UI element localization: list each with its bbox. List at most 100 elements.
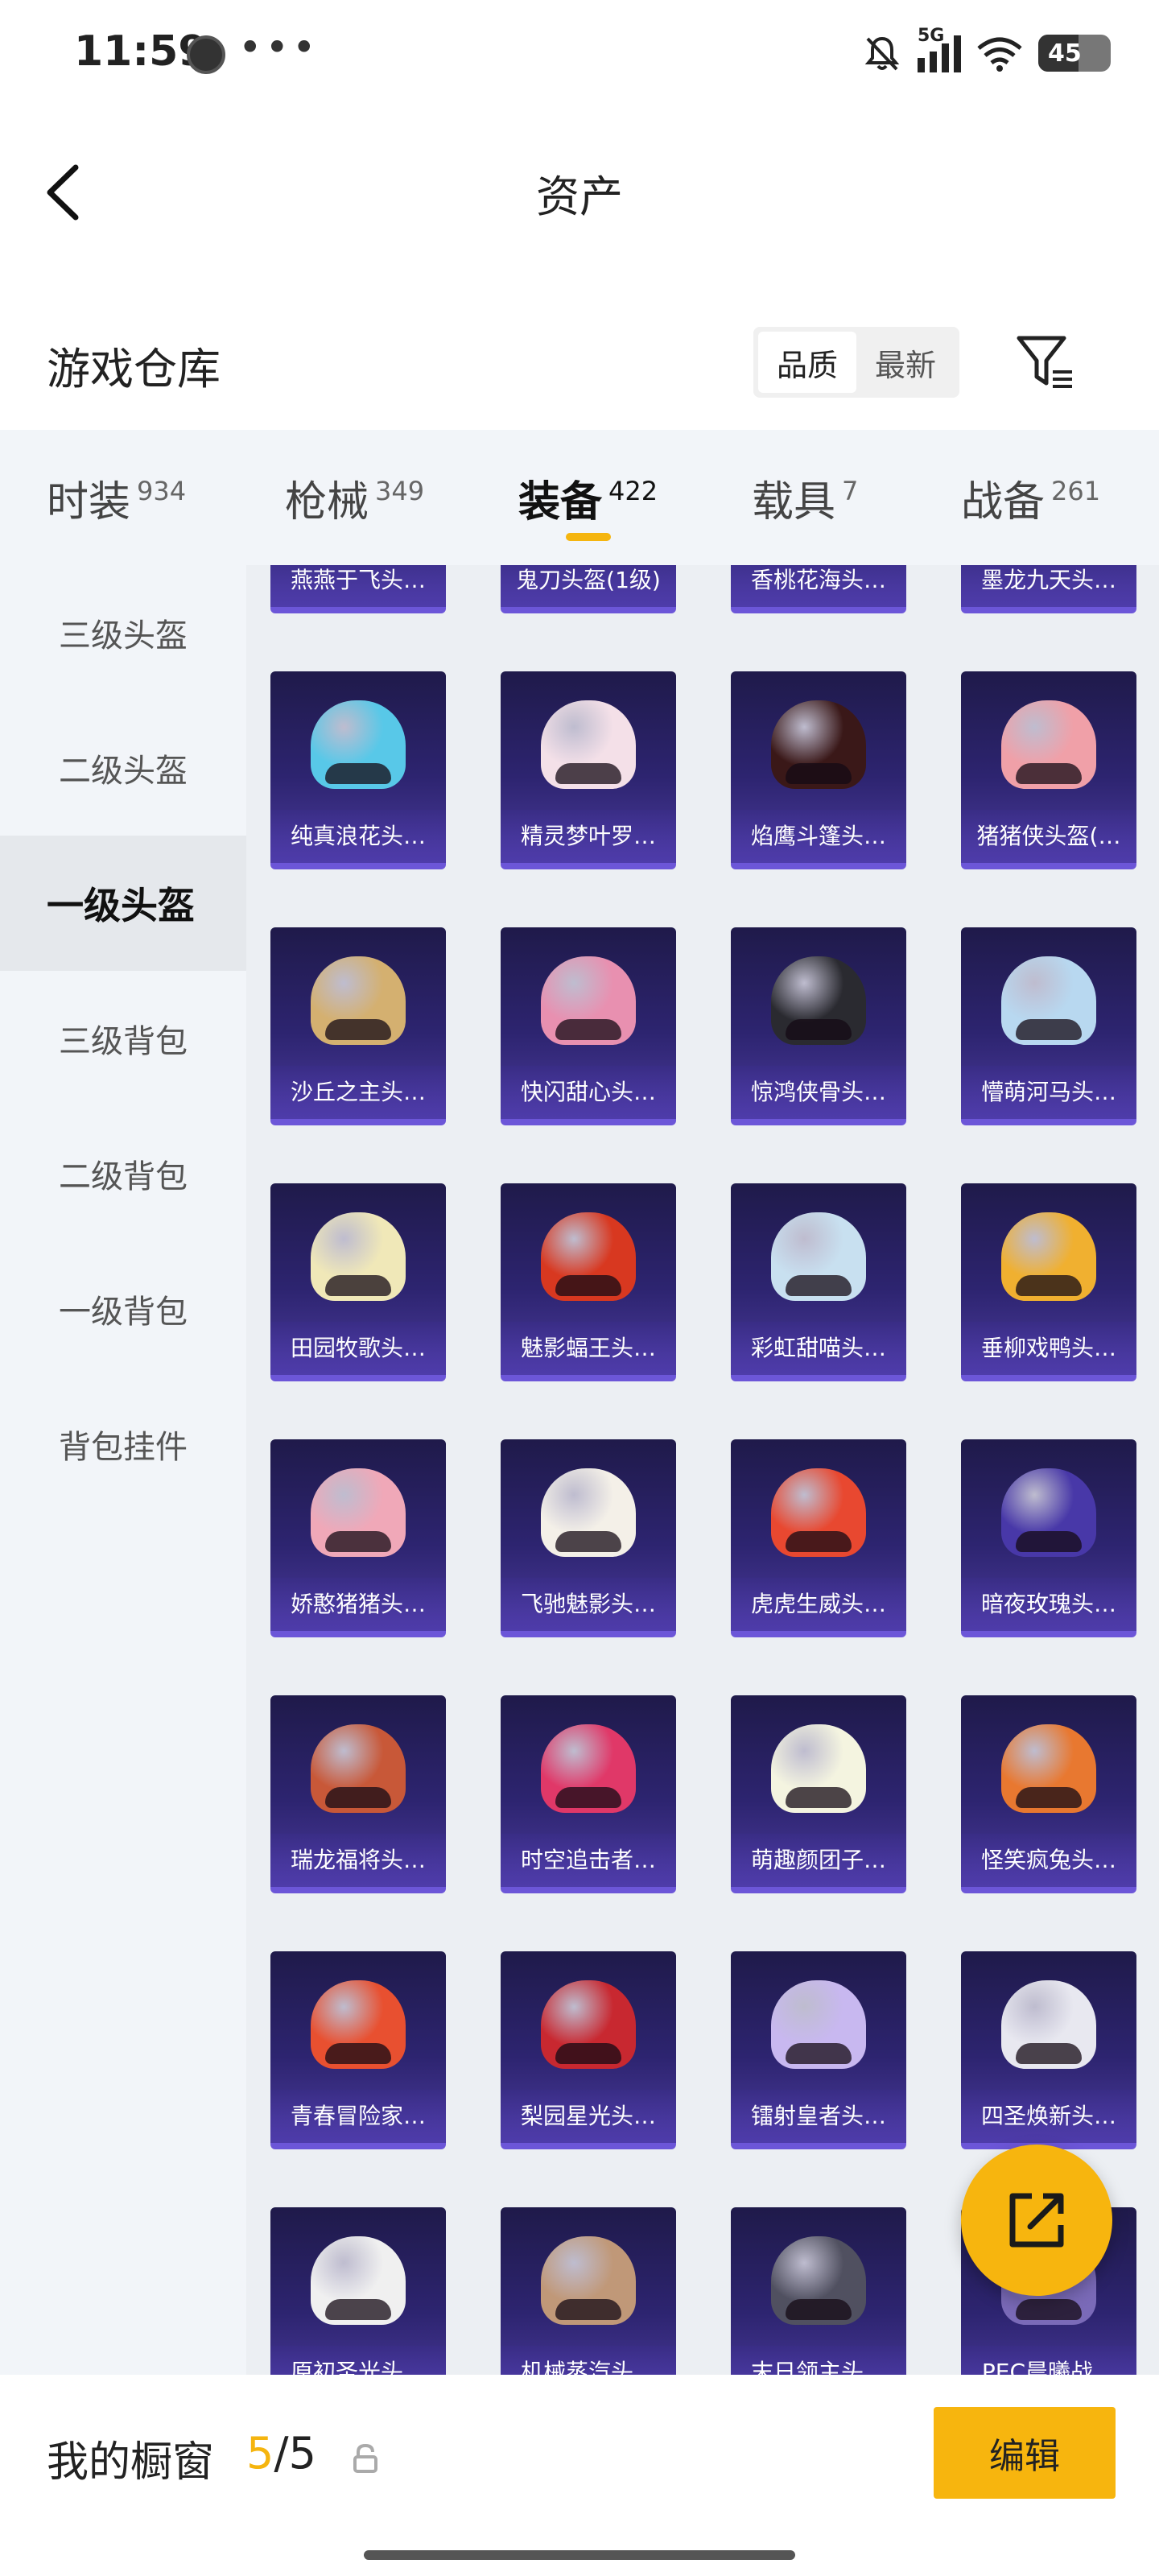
tab-fashion[interactable]: 时装 934 xyxy=(0,430,238,565)
helmet-name: 墨龙九天头… xyxy=(961,565,1136,607)
helmet-name: 燕燕于飞头… xyxy=(270,565,446,607)
helmet-card[interactable]: 四圣焕新头… xyxy=(961,1951,1136,2149)
helmet-card[interactable]: 时空追击者… xyxy=(501,1695,676,1893)
helmet-image xyxy=(771,2236,866,2325)
helmet-name: 青春冒险家… xyxy=(270,2090,446,2143)
network-type: 5G xyxy=(918,26,945,46)
sidebar-item-backpack-charm[interactable]: 背包挂件 xyxy=(0,1377,246,1512)
helmet-image xyxy=(311,1212,406,1301)
tab-label: 装备 xyxy=(518,477,603,526)
helmet-card[interactable]: 猪猪侠头盔(… xyxy=(961,671,1136,869)
helmet-image xyxy=(311,2236,406,2325)
battery-level: 45 xyxy=(1048,39,1082,68)
tab-label: 枪械 xyxy=(285,477,369,526)
showcase-total: 5 xyxy=(288,2428,316,2479)
sort-quality-button[interactable]: 品质 xyxy=(758,332,856,393)
helmet-card[interactable]: 怪笑疯兔头… xyxy=(961,1695,1136,1893)
more-dots-icon: ••• xyxy=(238,24,320,71)
helmet-image xyxy=(1001,956,1096,1045)
tab-count: 934 xyxy=(137,476,187,506)
helmet-name: 瑞龙福将头… xyxy=(270,1834,446,1887)
tab-supplies[interactable]: 战备 261 xyxy=(914,430,1156,565)
sidebar-item-level2-helmet[interactable]: 二级头盔 xyxy=(0,700,246,836)
helmet-image xyxy=(771,1468,866,1557)
sidebar-item-level1-helmet[interactable]: 一级头盔 xyxy=(0,836,246,971)
sidebar-item-level2-backpack[interactable]: 二级背包 xyxy=(0,1106,246,1241)
tab-count: 422 xyxy=(608,476,658,506)
helmet-card[interactable]: 镭射皇者头… xyxy=(731,1951,906,2149)
tab-label: 载具 xyxy=(752,477,836,526)
helmet-card[interactable]: 沙丘之主头… xyxy=(270,927,446,1125)
helmet-card[interactable]: 焰鹰斗篷头… xyxy=(731,671,906,869)
helmet-card[interactable]: 虎虎生威头… xyxy=(731,1439,906,1637)
helmet-card[interactable]: 田园牧歌头… xyxy=(270,1183,446,1381)
sidebar-item-level3-helmet[interactable]: 三级头盔 xyxy=(0,565,246,700)
helmet-card[interactable]: 萌趣颜团子… xyxy=(731,1695,906,1893)
helmet-image xyxy=(541,1724,636,1813)
helmet-image xyxy=(771,956,866,1045)
helmet-name: 暗夜玫瑰头… xyxy=(961,1578,1136,1631)
helmet-card[interactable]: 鬼刀头盔(1级) xyxy=(501,565,676,613)
helmet-card[interactable]: 彩虹甜喵头… xyxy=(731,1183,906,1381)
tab-guns[interactable]: 枪械 349 xyxy=(238,430,472,565)
helmet-name: 懵萌河马头… xyxy=(961,1066,1136,1119)
helmet-image xyxy=(541,1468,636,1557)
helmet-name: 田园牧歌头… xyxy=(270,1322,446,1375)
cell-signal-icon: 5G xyxy=(918,26,961,72)
helmet-card[interactable]: 惊鸿侠骨头… xyxy=(731,927,906,1125)
helmet-name: 香桃花海头… xyxy=(731,565,906,607)
tab-vehicles[interactable]: 载具 7 xyxy=(705,430,914,565)
helmet-name: 四圣焕新头… xyxy=(961,2090,1136,2143)
helmet-image xyxy=(771,1724,866,1813)
helmet-image xyxy=(1001,1212,1096,1301)
helmet-image xyxy=(541,1212,636,1301)
helmet-card[interactable]: 飞驰魅影头… xyxy=(501,1439,676,1637)
showcase-count: 5/5 xyxy=(246,2428,316,2479)
helmet-card[interactable]: 原初圣光头… xyxy=(270,2207,446,2375)
helmet-image xyxy=(311,1468,406,1557)
item-grid: 燕燕于飞头… 鬼刀头盔(1级) 香桃花海头… 墨龙九天头… 纯真浪花头… 精灵梦叶罗… 焰鹰… xyxy=(270,565,1136,2375)
home-indicator[interactable] xyxy=(364,2550,795,2560)
helmet-card[interactable]: 纯真浪花头… xyxy=(270,671,446,869)
helmet-image xyxy=(771,1980,866,2069)
helmet-name: 末日领主头… xyxy=(731,2346,906,2375)
category-tabs: 时装 934 枪械 349 装备 422 载具 7 战备 261 xyxy=(0,430,1159,565)
helmet-name: PEC晨曦战… xyxy=(961,2346,1136,2375)
helmet-card[interactable]: 梨园星光头… xyxy=(501,1951,676,2149)
share-button[interactable] xyxy=(961,2145,1112,2296)
helmet-card[interactable]: 机械蒸汽头… xyxy=(501,2207,676,2375)
tab-equipment[interactable]: 装备 422 xyxy=(472,430,705,565)
helmet-image xyxy=(1001,700,1096,789)
helmet-card[interactable]: 末日领主头… xyxy=(731,2207,906,2375)
sort-newest-button[interactable]: 最新 xyxy=(856,332,955,393)
helmet-card[interactable]: 魅影蝠王头… xyxy=(501,1183,676,1381)
filter-icon[interactable] xyxy=(1013,330,1077,394)
helmet-name: 时空追击者… xyxy=(501,1834,676,1887)
edit-button[interactable]: 编辑 xyxy=(934,2407,1116,2499)
sidebar-item-level1-backpack[interactable]: 一级背包 xyxy=(0,1241,246,1377)
clock-icon xyxy=(187,35,225,74)
helmet-image xyxy=(771,700,866,789)
helmet-card[interactable]: 懵萌河马头… xyxy=(961,927,1136,1125)
helmet-name: 沙丘之主头… xyxy=(270,1066,446,1119)
helmet-card[interactable]: 香桃花海头… xyxy=(731,565,906,613)
helmet-card[interactable]: 快闪甜心头… xyxy=(501,927,676,1125)
helmet-card[interactable]: 娇憨猪猪头… xyxy=(270,1439,446,1637)
sidebar-item-level3-backpack[interactable]: 三级背包 xyxy=(0,971,246,1106)
helmet-card[interactable]: 暗夜玫瑰头… xyxy=(961,1439,1136,1637)
helmet-card[interactable]: 燕燕于飞头… xyxy=(270,565,446,613)
helmet-name: 虎虎生威头… xyxy=(731,1578,906,1631)
helmet-image xyxy=(1001,1468,1096,1557)
sidebar: 三级头盔 二级头盔 一级头盔 三级背包 二级背包 一级背包 背包挂件 xyxy=(0,565,246,2375)
helmet-image xyxy=(311,1980,406,2069)
helmet-card[interactable]: 瑞龙福将头… xyxy=(270,1695,446,1893)
helmet-card[interactable]: 垂柳戏鸭头… xyxy=(961,1183,1136,1381)
helmet-image xyxy=(1001,1980,1096,2069)
showcase-current: 5 xyxy=(246,2428,274,2479)
showcase-slash: / xyxy=(274,2428,289,2479)
helmet-image xyxy=(311,956,406,1045)
helmet-card[interactable]: 青春冒险家… xyxy=(270,1951,446,2149)
helmet-name: 娇憨猪猪头… xyxy=(270,1578,446,1631)
helmet-card[interactable]: 墨龙九天头… xyxy=(961,565,1136,613)
helmet-card[interactable]: 精灵梦叶罗… xyxy=(501,671,676,869)
